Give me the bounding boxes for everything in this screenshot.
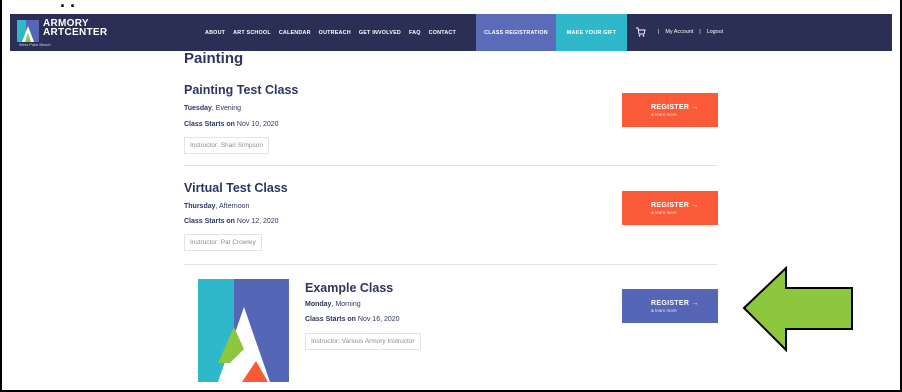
screenshot-frame (0, 0, 902, 392)
